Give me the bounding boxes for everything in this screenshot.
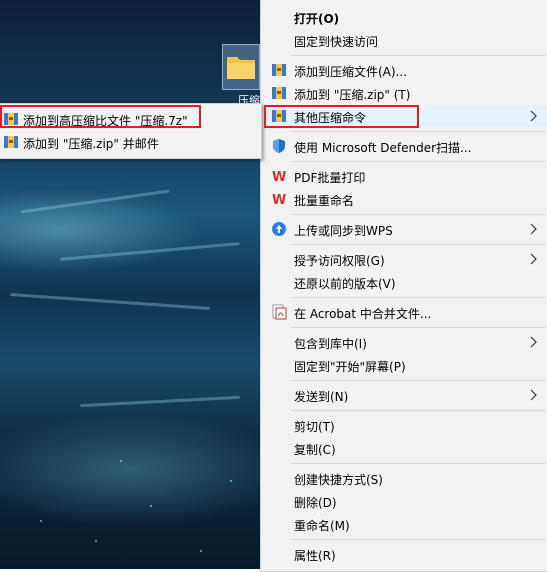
menu-item-label: 删除(D)	[294, 496, 337, 510]
menu-separator	[291, 410, 546, 411]
wps-icon: W	[271, 191, 287, 208]
cloud-upload-icon	[271, 221, 287, 237]
menu-item-label: 创建快捷方式(S)	[294, 473, 383, 487]
menu-item-label: 打开(O)	[294, 12, 340, 26]
menu-item-label: 属性(R)	[294, 549, 336, 563]
wallpaper-sparkle	[120, 460, 122, 462]
wallpaper-streak	[20, 189, 170, 214]
menu-item-delete[interactable]: 删除(D)	[261, 490, 547, 512]
menu-item-label: 重命名(M)	[294, 519, 350, 533]
menu-item-grant-access[interactable]: 授予访问权限(G)	[261, 248, 547, 270]
menu-item-create-shortcut[interactable]: 创建快捷方式(S)	[261, 467, 547, 489]
menu-item-add-to-archive[interactable]: 添加到压缩文件(A)...	[261, 59, 547, 81]
menu-separator	[291, 463, 546, 464]
menu-item-pin-to-start[interactable]: 固定到"开始"屏幕(P)	[261, 354, 547, 376]
menu-item-label: 复制(C)	[294, 443, 336, 457]
chevron-right-icon	[528, 108, 538, 124]
menu-separator	[291, 539, 546, 540]
svg-text:W: W	[272, 193, 286, 207]
wallpaper-sparkle	[230, 480, 232, 482]
acrobat-icon	[271, 304, 287, 320]
wallpaper-streak	[10, 293, 210, 310]
archive-icon	[271, 62, 287, 78]
annotation-highlight-box	[264, 105, 419, 128]
menu-item-add-to-zip[interactable]: 添加到 "压缩.zip" (T)	[261, 82, 547, 104]
menu-item-label: 包含到库中(I)	[294, 337, 367, 351]
menu-item-label: 固定到"开始"屏幕(P)	[294, 360, 406, 374]
wallpaper-sparkle	[150, 505, 152, 507]
menu-item-copy[interactable]: 复制(C)	[261, 437, 547, 459]
menu-item-acrobat-merge[interactable]: 在 Acrobat 中合并文件...	[261, 301, 547, 323]
menu-item-properties[interactable]: 属性(R)	[261, 543, 547, 565]
chevron-right-icon	[528, 334, 538, 350]
menu-item-label: 剪切(T)	[294, 420, 335, 434]
menu-item-label: 使用 Microsoft Defender扫描...	[294, 141, 472, 155]
submenu-item-add-zip-email[interactable]: 添加到 "压缩.zip" 并邮件	[0, 131, 261, 153]
menu-item-pin-quick-access[interactable]: 固定到快速访问	[261, 29, 547, 51]
menu-item-label: 在 Acrobat 中合并文件...	[294, 307, 432, 321]
menu-item-label: 还原以前的版本(V)	[294, 277, 396, 291]
wallpaper-sparkle	[40, 520, 42, 522]
menu-item-label: 批量重命名	[294, 194, 355, 208]
archive-icon	[271, 85, 287, 101]
menu-item-defender-scan[interactable]: 使用 Microsoft Defender扫描...	[261, 135, 547, 157]
menu-item-label: 添加到压缩文件(A)...	[294, 65, 408, 79]
menu-item-label: PDF批量打印	[294, 171, 366, 185]
svg-text:W: W	[272, 170, 286, 184]
context-menu: 打开(O) 固定到快速访问 添加到压缩文件(A)... 添加到 "压缩.zip"…	[260, 0, 547, 572]
menu-separator	[291, 131, 546, 132]
wallpaper-streak	[60, 242, 240, 261]
wps-icon: W	[271, 168, 287, 185]
submenu-item-label: 添加到 "压缩.zip" 并邮件	[23, 137, 159, 151]
menu-item-label: 上传或同步到WPS	[294, 224, 393, 238]
menu-separator	[291, 55, 546, 56]
menu-item-upload-wps[interactable]: 上传或同步到WPS	[261, 218, 547, 240]
wallpaper-sparkle	[95, 540, 97, 542]
menu-item-cut[interactable]: 剪切(T)	[261, 414, 547, 436]
menu-item-label: 固定到快速访问	[294, 35, 379, 49]
defender-shield-icon	[271, 138, 287, 154]
menu-item-label: 添加到 "压缩.zip" (T)	[294, 88, 411, 102]
wallpaper-streak	[80, 395, 240, 408]
chevron-right-icon	[528, 251, 538, 267]
menu-item-send-to[interactable]: 发送到(N)	[261, 384, 547, 406]
annotation-highlight-box	[0, 105, 201, 128]
menu-separator	[291, 327, 546, 328]
menu-item-label: 授予访问权限(G)	[294, 254, 385, 268]
chevron-right-icon	[528, 221, 538, 237]
menu-item-open[interactable]: 打开(O)	[261, 6, 547, 28]
menu-item-batch-rename[interactable]: W 批量重命名	[261, 188, 547, 210]
menu-separator	[291, 244, 546, 245]
menu-item-restore-versions[interactable]: 还原以前的版本(V)	[261, 271, 547, 293]
menu-separator	[291, 297, 546, 298]
menu-item-pdf-batch-print[interactable]: W PDF批量打印	[261, 165, 547, 187]
wallpaper-sparkle	[200, 550, 202, 552]
menu-separator	[291, 380, 546, 381]
folder-icon[interactable]	[222, 44, 260, 90]
menu-item-rename[interactable]: 重命名(M)	[261, 513, 547, 535]
menu-separator	[291, 161, 546, 162]
archive-icon	[3, 134, 19, 150]
menu-item-include-in-library[interactable]: 包含到库中(I)	[261, 331, 547, 353]
menu-item-label: 发送到(N)	[294, 390, 349, 404]
chevron-right-icon	[528, 387, 538, 403]
menu-separator	[291, 214, 546, 215]
